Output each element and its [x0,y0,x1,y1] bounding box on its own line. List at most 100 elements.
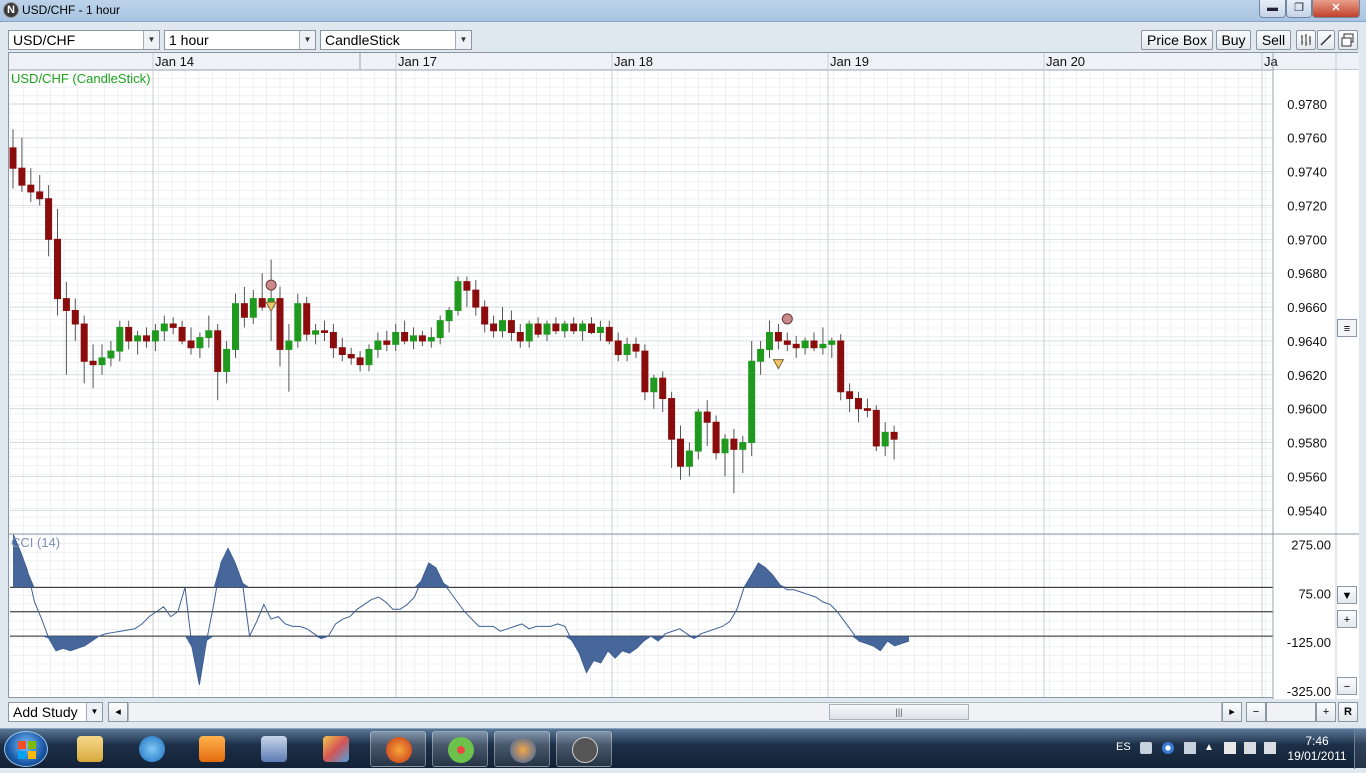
candle-body [36,191,44,200]
taskbar-firefox[interactable] [370,731,426,767]
help-icon[interactable] [1162,742,1174,754]
sell-signal-marker [265,279,277,291]
candle-body [694,411,702,452]
candle-body [846,391,854,400]
price-box-button[interactable]: Price Box [1141,30,1213,50]
bars-icon [1301,34,1311,46]
chart-type-select[interactable]: CandleStick ▼ [320,30,472,50]
window-titlebar: N USD/CHF - 1 hour ▬ ❐ ✕ [0,0,1366,22]
volume-icon[interactable] [1264,742,1276,754]
maximize-button[interactable]: ❐ [1286,0,1312,18]
taskbar-icq[interactable] [432,731,488,767]
symbol-select[interactable]: USD/CHF ▼ [8,30,160,50]
add-study-select[interactable]: Add Study ▼ [8,702,103,722]
scale-minus-button[interactable]: − [1337,677,1357,695]
price-tick-label: 0.9640 [1287,334,1327,349]
candle-body [62,298,70,311]
language-indicator[interactable]: ES [1116,741,1131,753]
candle-body [329,331,337,349]
zoom-in-button[interactable]: + [1316,702,1336,722]
scale-handle[interactable]: ≡ [1337,319,1357,337]
start-button[interactable] [4,731,48,767]
price-tick-label: 0.9560 [1287,469,1327,484]
candle-body [712,421,720,454]
candle-body [677,438,684,467]
chart-area[interactable]: Jan 14 Jan 17 Jan 18 Jan 19 Jan 20 Ja 0.9780 0… [8,52,1359,699]
candle-body [552,323,560,332]
taskbar-ie[interactable] [124,731,180,767]
browser-icon [510,737,536,763]
price-tick-label: 0.9740 [1287,165,1327,180]
scroll-thumb[interactable]: ||| [829,704,969,720]
taskbar-explorer[interactable] [62,731,118,767]
detach-window-button[interactable] [1338,30,1358,50]
firefox-icon [386,737,412,763]
network-icon[interactable] [1184,742,1196,754]
cci-tick-label: -325.00 [1287,684,1331,699]
taskbar-app[interactable] [308,731,364,767]
scale-down-button[interactable]: ▼ [1337,586,1357,604]
candle-body [855,398,862,410]
scroll-right-button[interactable]: ▸ [1222,702,1242,722]
price-tick-label: 0.9540 [1287,503,1327,518]
bar-style-button[interactable] [1296,30,1316,50]
candle-body [721,438,729,454]
scroll-left-button[interactable]: ◂ [108,702,128,722]
candle-body [107,350,115,359]
draw-line-button[interactable] [1317,30,1335,50]
chevron-down-icon[interactable]: ▼ [455,31,471,49]
candle-body [623,343,631,355]
chevron-down-icon[interactable]: ▼ [86,703,102,721]
trading-app-icon [572,737,598,763]
cci-tick-label: 275.00 [1291,538,1331,553]
icq-flower-icon [448,737,474,763]
candle-body [240,303,248,318]
taskbar-trading-app[interactable] [556,731,612,767]
candle-body [54,238,61,300]
timeframe-select[interactable]: 1 hour ▼ [164,30,316,50]
minimize-button[interactable]: ▬ [1259,0,1286,18]
taskbar-media[interactable] [184,731,240,767]
taskbar-tool[interactable] [246,731,302,767]
taskbar-firefox-2[interactable] [494,731,550,767]
candle-body [499,320,506,332]
candle-body [356,357,364,366]
show-desktop-button[interactable] [1354,729,1366,769]
sell-button[interactable]: Sell [1256,30,1291,50]
clock[interactable]: 7:46 19/01/2011 [1282,734,1352,764]
chart-legend: USD/CHF (CandleStick) [11,71,150,86]
candle-body [249,298,257,318]
candle-body [392,331,400,345]
candle-body [828,340,836,345]
pencil-icon [1320,34,1332,46]
candle-body [169,323,177,328]
device-icon[interactable] [1244,742,1256,754]
candle-body [178,326,186,342]
zoom-out-button[interactable]: − [1246,702,1266,722]
candle-body [543,323,551,335]
horizontal-scrollbar[interactable]: ||| [128,702,1222,722]
chevron-down-icon[interactable]: ▼ [299,31,315,49]
battery-icon[interactable] [1224,742,1236,754]
candle-body [45,198,53,240]
candle-body [872,409,880,447]
candle-body [196,337,204,349]
keyboard-icon[interactable] [1140,742,1152,754]
price-chart-svg[interactable]: Jan 14 Jan 17 Jan 18 Jan 19 Jan 20 Ja 0.97800… [9,53,1359,699]
chevron-up-icon[interactable]: ▲ [1204,742,1216,754]
candle-body [18,167,26,186]
buy-button[interactable]: Buy [1216,30,1251,50]
chevron-down-icon[interactable]: ▼ [143,31,159,49]
scale-plus-button[interactable]: + [1337,610,1357,628]
chart-type-value: CandleStick [325,32,400,48]
candle-body [116,326,124,352]
reset-view-button[interactable]: R [1338,702,1358,722]
date-tick-label: Jan 18 [614,54,653,69]
zoom-slider[interactable] [1266,702,1316,722]
close-button[interactable]: ✕ [1312,0,1360,18]
candle-body [614,340,622,355]
candle-body [89,360,97,366]
candle-body [71,309,79,325]
candle-body [80,323,88,362]
candle-body [516,331,524,342]
